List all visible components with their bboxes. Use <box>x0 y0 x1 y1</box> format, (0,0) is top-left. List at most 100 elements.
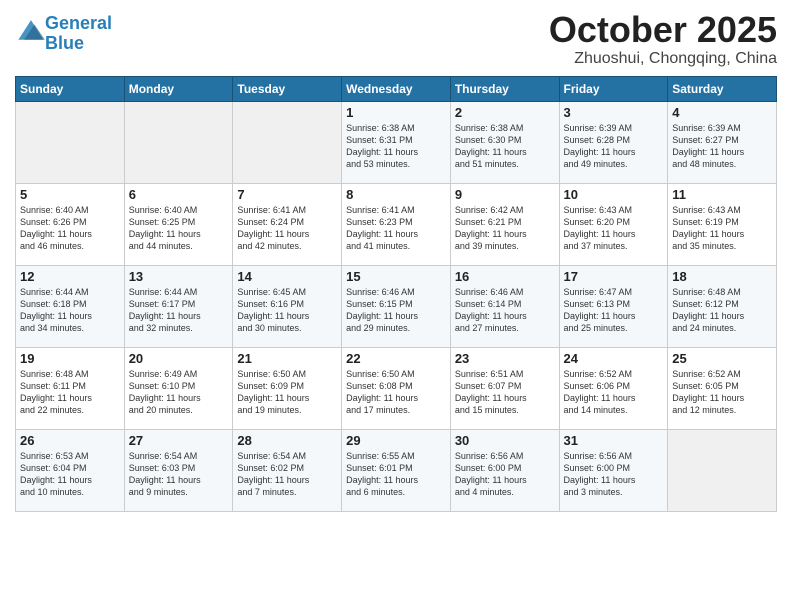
cell-info: Sunrise: 6:39 AM Sunset: 6:27 PM Dayligh… <box>672 122 772 171</box>
logo-text: General Blue <box>45 14 112 54</box>
day-number: 26 <box>20 433 120 448</box>
cell-info: Sunrise: 6:43 AM Sunset: 6:20 PM Dayligh… <box>564 204 664 253</box>
day-number: 30 <box>455 433 555 448</box>
day-number: 14 <box>237 269 337 284</box>
calendar-week-row: 5Sunrise: 6:40 AM Sunset: 6:26 PM Daylig… <box>16 183 777 265</box>
title-block: October 2025 Zhuoshui, Chongqing, China <box>549 10 777 68</box>
calendar-cell: 4 Sunrise: 6:39 AM Sunset: 6:27 PM Daylig… <box>668 101 777 183</box>
day-number: 24 <box>564 351 664 366</box>
cell-info: Sunrise: 6:54 AM Sunset: 6:02 PM Dayligh… <box>237 450 337 499</box>
calendar-cell: 28 Sunrise: 6:54 AM Sunset: 6:02 PM Dayli… <box>233 429 342 511</box>
calendar-cell: 27 Sunrise: 6:54 AM Sunset: 6:03 PM Dayli… <box>124 429 233 511</box>
day-number: 9 <box>455 187 555 202</box>
day-number: 6 <box>129 187 229 202</box>
calendar-cell: 26 Sunrise: 6:53 AM Sunset: 6:04 PM Dayli… <box>16 429 125 511</box>
cell-info: Sunrise: 6:48 AM Sunset: 6:11 PM Dayligh… <box>20 368 120 417</box>
day-number: 7 <box>237 187 337 202</box>
calendar-cell: 17Sunrise: 6:47 AM Sunset: 6:13 PM Dayli… <box>559 265 668 347</box>
calendar-cell: 7 Sunrise: 6:41 AM Sunset: 6:24 PM Daylig… <box>233 183 342 265</box>
day-number: 11 <box>672 187 772 202</box>
weekday-header: Saturday <box>668 76 777 101</box>
cell-info: Sunrise: 6:41 AM Sunset: 6:23 PM Dayligh… <box>346 204 446 253</box>
logo: General Blue <box>15 14 112 54</box>
day-number: 17 <box>564 269 664 284</box>
day-number: 13 <box>129 269 229 284</box>
weekday-header: Tuesday <box>233 76 342 101</box>
calendar-cell: 30 Sunrise: 6:56 AM Sunset: 6:00 PM Dayli… <box>450 429 559 511</box>
cell-info: Sunrise: 6:53 AM Sunset: 6:04 PM Dayligh… <box>20 450 120 499</box>
calendar-cell: 24 Sunrise: 6:52 AM Sunset: 6:06 PM Dayli… <box>559 347 668 429</box>
cell-info: Sunrise: 6:38 AM Sunset: 6:30 PM Dayligh… <box>455 122 555 171</box>
calendar-week-row: 12 Sunrise: 6:44 AM Sunset: 6:18 PM Dayli… <box>16 265 777 347</box>
calendar-cell: 5Sunrise: 6:40 AM Sunset: 6:26 PM Daylig… <box>16 183 125 265</box>
weekday-header: Friday <box>559 76 668 101</box>
day-number: 29 <box>346 433 446 448</box>
day-number: 31 <box>564 433 664 448</box>
calendar-cell: 16Sunrise: 6:46 AM Sunset: 6:14 PM Dayli… <box>450 265 559 347</box>
cell-info: Sunrise: 6:50 AM Sunset: 6:09 PM Dayligh… <box>237 368 337 417</box>
cell-info: Sunrise: 6:56 AM Sunset: 6:00 PM Dayligh… <box>455 450 555 499</box>
day-number: 22 <box>346 351 446 366</box>
calendar-cell: 1Sunrise: 6:38 AM Sunset: 6:31 PM Daylig… <box>342 101 451 183</box>
calendar-cell: 31 Sunrise: 6:56 AM Sunset: 6:00 PM Dayli… <box>559 429 668 511</box>
calendar-cell: 6 Sunrise: 6:40 AM Sunset: 6:25 PM Daylig… <box>124 183 233 265</box>
calendar-cell: 13 Sunrise: 6:44 AM Sunset: 6:17 PM Dayli… <box>124 265 233 347</box>
cell-info: Sunrise: 6:50 AM Sunset: 6:08 PM Dayligh… <box>346 368 446 417</box>
calendar-cell: 19Sunrise: 6:48 AM Sunset: 6:11 PM Dayli… <box>16 347 125 429</box>
day-number: 16 <box>455 269 555 284</box>
day-number: 28 <box>237 433 337 448</box>
calendar-cell: 23 Sunrise: 6:51 AM Sunset: 6:07 PM Dayli… <box>450 347 559 429</box>
day-number: 25 <box>672 351 772 366</box>
cell-info: Sunrise: 6:44 AM Sunset: 6:17 PM Dayligh… <box>129 286 229 335</box>
cell-info: Sunrise: 6:55 AM Sunset: 6:01 PM Dayligh… <box>346 450 446 499</box>
calendar-cell: 11 Sunrise: 6:43 AM Sunset: 6:19 PM Dayli… <box>668 183 777 265</box>
calendar-cell: 9Sunrise: 6:42 AM Sunset: 6:21 PM Daylig… <box>450 183 559 265</box>
cell-info: Sunrise: 6:39 AM Sunset: 6:28 PM Dayligh… <box>564 122 664 171</box>
cell-info: Sunrise: 6:48 AM Sunset: 6:12 PM Dayligh… <box>672 286 772 335</box>
calendar-location: Zhuoshui, Chongqing, China <box>549 50 777 68</box>
cell-info: Sunrise: 6:40 AM Sunset: 6:25 PM Dayligh… <box>129 204 229 253</box>
day-number: 10 <box>564 187 664 202</box>
cell-info: Sunrise: 6:49 AM Sunset: 6:10 PM Dayligh… <box>129 368 229 417</box>
weekday-header: Sunday <box>16 76 125 101</box>
cell-info: Sunrise: 6:45 AM Sunset: 6:16 PM Dayligh… <box>237 286 337 335</box>
calendar-cell: 3Sunrise: 6:39 AM Sunset: 6:28 PM Daylig… <box>559 101 668 183</box>
logo-blue: Blue <box>45 33 84 53</box>
cell-info: Sunrise: 6:52 AM Sunset: 6:05 PM Dayligh… <box>672 368 772 417</box>
day-number: 20 <box>129 351 229 366</box>
cell-info: Sunrise: 6:44 AM Sunset: 6:18 PM Dayligh… <box>20 286 120 335</box>
cell-info: Sunrise: 6:51 AM Sunset: 6:07 PM Dayligh… <box>455 368 555 417</box>
calendar-cell <box>124 101 233 183</box>
day-number: 2 <box>455 105 555 120</box>
calendar-cell: 20 Sunrise: 6:49 AM Sunset: 6:10 PM Dayli… <box>124 347 233 429</box>
calendar-cell: 29 Sunrise: 6:55 AM Sunset: 6:01 PM Dayli… <box>342 429 451 511</box>
calendar-cell: 10 Sunrise: 6:43 AM Sunset: 6:20 PM Dayli… <box>559 183 668 265</box>
calendar-cell: 22 Sunrise: 6:50 AM Sunset: 6:08 PM Dayli… <box>342 347 451 429</box>
day-number: 27 <box>129 433 229 448</box>
cell-info: Sunrise: 6:54 AM Sunset: 6:03 PM Dayligh… <box>129 450 229 499</box>
calendar-week-row: 26 Sunrise: 6:53 AM Sunset: 6:04 PM Dayli… <box>16 429 777 511</box>
day-number: 12 <box>20 269 120 284</box>
logo-icon <box>17 17 45 45</box>
day-number: 5 <box>20 187 120 202</box>
day-number: 23 <box>455 351 555 366</box>
calendar-week-row: 19Sunrise: 6:48 AM Sunset: 6:11 PM Dayli… <box>16 347 777 429</box>
day-number: 4 <box>672 105 772 120</box>
calendar-cell: 12 Sunrise: 6:44 AM Sunset: 6:18 PM Dayli… <box>16 265 125 347</box>
cell-info: Sunrise: 6:41 AM Sunset: 6:24 PM Dayligh… <box>237 204 337 253</box>
calendar-cell <box>16 101 125 183</box>
day-number: 1 <box>346 105 446 120</box>
calendar-cell: 15 Sunrise: 6:46 AM Sunset: 6:15 PM Dayli… <box>342 265 451 347</box>
cell-info: Sunrise: 6:56 AM Sunset: 6:00 PM Dayligh… <box>564 450 664 499</box>
day-number: 15 <box>346 269 446 284</box>
day-number: 18 <box>672 269 772 284</box>
cell-info: Sunrise: 6:52 AM Sunset: 6:06 PM Dayligh… <box>564 368 664 417</box>
weekday-header: Thursday <box>450 76 559 101</box>
day-number: 8 <box>346 187 446 202</box>
calendar-cell: 8 Sunrise: 6:41 AM Sunset: 6:23 PM Daylig… <box>342 183 451 265</box>
cell-info: Sunrise: 6:46 AM Sunset: 6:15 PM Dayligh… <box>346 286 446 335</box>
calendar-cell: 14 Sunrise: 6:45 AM Sunset: 6:16 PM Dayli… <box>233 265 342 347</box>
calendar-week-row: 1Sunrise: 6:38 AM Sunset: 6:31 PM Daylig… <box>16 101 777 183</box>
cell-info: Sunrise: 6:43 AM Sunset: 6:19 PM Dayligh… <box>672 204 772 253</box>
calendar-cell: 21Sunrise: 6:50 AM Sunset: 6:09 PM Dayli… <box>233 347 342 429</box>
